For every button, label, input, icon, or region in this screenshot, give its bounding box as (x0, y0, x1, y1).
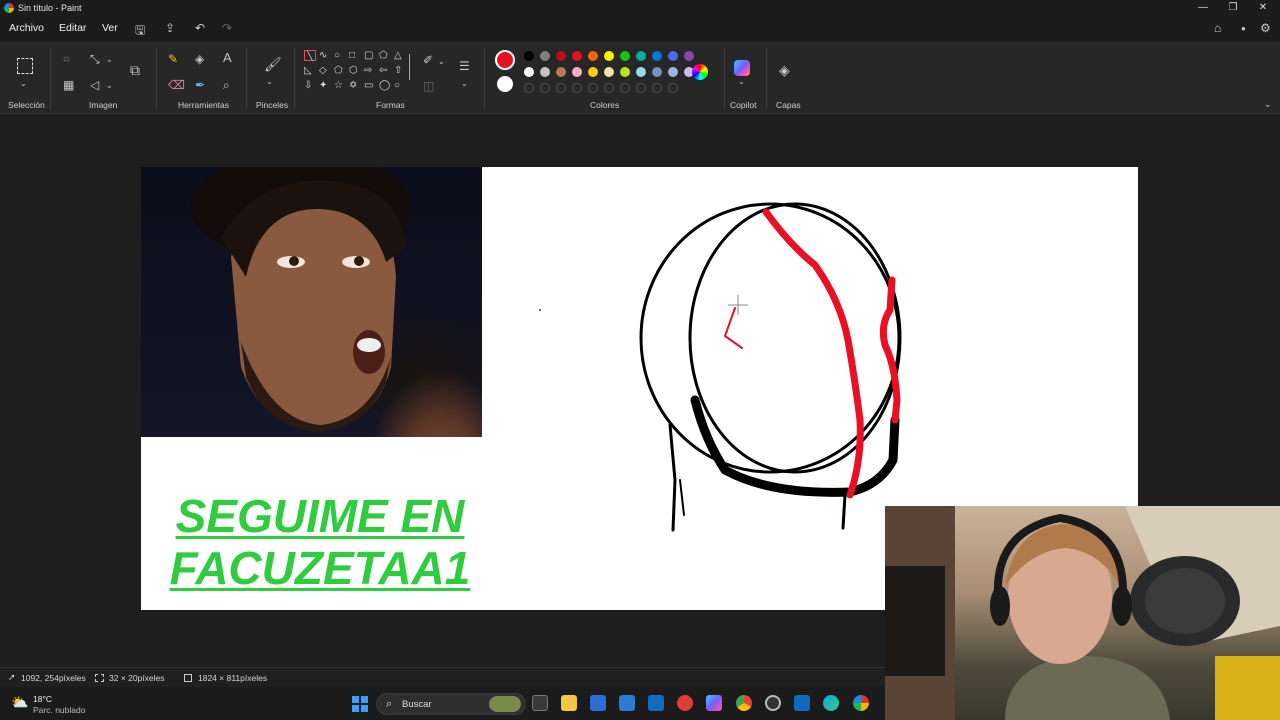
taskbar: ⛅ 18°C Parc. nublado ⌕ Buscar (0, 687, 885, 720)
mail-icon[interactable] (794, 695, 810, 711)
task-view-icon[interactable] (532, 695, 548, 711)
webcam-illustration (885, 506, 1280, 720)
selection-size: 32 × 20píxeles (109, 673, 165, 683)
search-placeholder: Buscar (402, 699, 432, 710)
edge-icon[interactable] (823, 695, 839, 711)
start-windows-icon[interactable] (352, 696, 368, 712)
canvas-size: 1824 × 811píxeles (198, 673, 268, 683)
weather-cloud-sun-icon[interactable]: ⛅ (11, 694, 28, 711)
selection-size-icon (95, 674, 104, 682)
media-player-icon[interactable] (677, 695, 693, 711)
paint-taskbar-icon[interactable] (853, 695, 869, 711)
promo-line-2: FACUZETAA1 (169, 542, 471, 594)
red-nose-stroke (724, 307, 743, 349)
crosshair-cursor-icon (728, 295, 748, 315)
file-explorer-icon[interactable] (561, 695, 577, 711)
canvas-size-icon (184, 674, 192, 682)
status-bar: ➚ 1092, 254píxeles 32 × 20píxeles 1824 ×… (0, 667, 885, 687)
search-highlight-icon (489, 696, 521, 712)
chrome-icon[interactable] (736, 695, 752, 711)
neck-right-stroke (841, 493, 847, 530)
cursor-pointer-icon: ➚ (8, 672, 16, 682)
taskbar-search-box[interactable]: ⌕ Buscar (376, 693, 526, 715)
webcam-overlay (885, 506, 1280, 720)
outlook-icon[interactable] (648, 695, 664, 711)
store-icon[interactable] (590, 695, 606, 711)
promo-line-1: SEGUIME EN (175, 490, 465, 542)
weather-temp[interactable]: 18°C (33, 694, 52, 704)
neck-left-inner-stroke (679, 479, 685, 516)
obs-icon[interactable] (765, 695, 781, 711)
weather-desc[interactable]: Parc. nublado (33, 705, 85, 715)
neck-left-stroke (668, 423, 677, 532)
jaw-thick-stroke (690, 395, 900, 497)
cursor-position: 1092, 254píxeles (21, 673, 86, 683)
red-center-line-stroke (762, 208, 864, 499)
calendar-icon[interactable] (619, 695, 635, 711)
promo-text-block: SEGUIME EN FACUZETAA1 (150, 490, 490, 594)
search-icon: ⌕ (386, 698, 393, 710)
canvas-dot (539, 309, 541, 311)
copilot-taskbar-icon[interactable] (706, 695, 722, 711)
